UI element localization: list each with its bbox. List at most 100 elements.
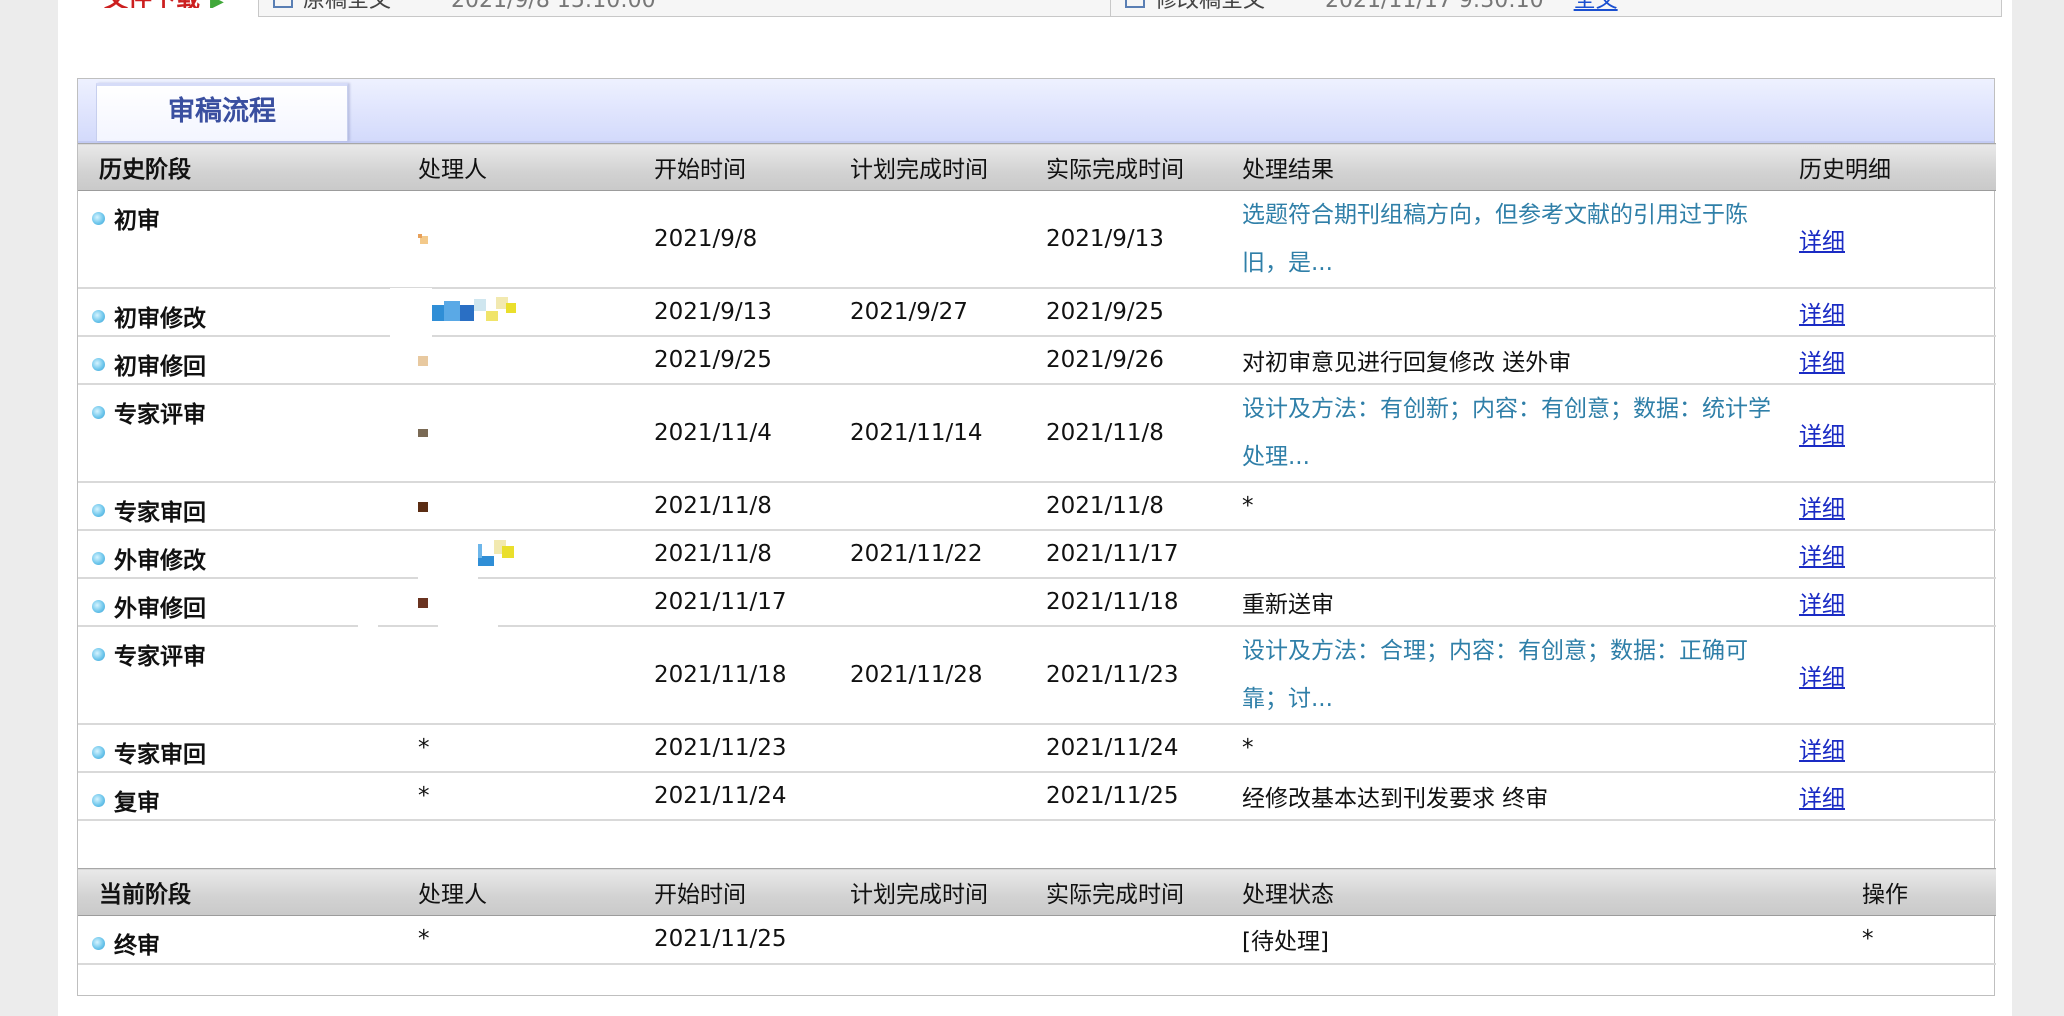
header-planned: 计划完成时间 — [850, 868, 1046, 916]
detail-link[interactable]: 详细 — [1799, 302, 1845, 328]
planned-cell — [850, 578, 1046, 627]
header-stage: 历史阶段 — [78, 143, 418, 191]
download-label: 文件下载▶ — [104, 0, 224, 8]
stage-cell: 初审修改 — [78, 288, 418, 337]
start-cell: 2021/9/13 — [654, 288, 850, 337]
revised-manuscript-date: 2021/11/17 9:30:10 — [1325, 0, 1544, 13]
planned-cell — [850, 190, 1046, 289]
detail-link[interactable]: 详细 — [1799, 496, 1845, 522]
original-manuscript-label[interactable]: 原稿全文 — [303, 0, 391, 13]
current-table: 当前阶段 处理人 开始时间 计划完成时间 实际完成时间 处理状态 操作 终审 *… — [78, 868, 1996, 995]
history-table: 历史阶段 处理人 开始时间 计划完成时间 实际完成时间 处理结果 历史明细 初审… — [78, 143, 1996, 849]
actual-cell: 2021/11/25 — [1046, 772, 1242, 821]
header-result: 处理结果 — [1242, 143, 1799, 191]
actual-cell: 2021/11/23 — [1046, 626, 1242, 725]
bullet-icon — [92, 552, 105, 565]
stage-cell: 复审 — [78, 772, 418, 821]
planned-cell: 2021/11/22 — [850, 530, 1046, 579]
header-planned: 计划完成时间 — [850, 143, 1046, 191]
detail-cell: 详细 — [1799, 482, 1996, 531]
detail-link[interactable]: 详细 — [1799, 738, 1845, 764]
planned-cell — [850, 724, 1046, 773]
tab-review-process[interactable]: 审稿流程 — [96, 83, 348, 141]
detail-cell: 详细 — [1799, 578, 1996, 627]
result-cell: 对初审意见进行回复修改 送外审 — [1242, 336, 1799, 385]
handler-cell: * — [418, 772, 654, 821]
bullet-icon — [92, 212, 105, 225]
header-status: 处理状态 — [1242, 868, 1862, 916]
detail-link[interactable]: 详细 — [1799, 592, 1845, 618]
header-actual: 实际完成时间 — [1046, 868, 1242, 916]
start-cell: 2021/9/8 — [654, 190, 850, 289]
result-cell: 经修改基本达到刊发要求 终审 — [1242, 772, 1799, 821]
bullet-icon — [92, 358, 105, 371]
redaction-mask — [438, 609, 498, 651]
stage-cell: 初审 — [78, 190, 418, 289]
detail-cell: 详细 — [1799, 626, 1996, 725]
start-cell: 2021/11/4 — [654, 384, 850, 483]
page: 文件下载▶ 原稿全文 2021/9/8 15:10:00 修改稿全文 2021/11… — [58, 0, 2012, 1016]
document-icon — [273, 0, 293, 8]
detail-cell: 详细 — [1799, 772, 1996, 821]
header-action: 操作 — [1862, 868, 1996, 916]
start-cell: 2021/11/8 — [654, 482, 850, 531]
detail-cell: 详细 — [1799, 530, 1996, 579]
result-cell: 设计及方法：合理；内容：有创意；数据：正确可靠；讨... — [1242, 626, 1799, 725]
redaction-mask — [368, 537, 398, 577]
stage-cell: 专家评审 — [78, 384, 418, 483]
bullet-icon — [92, 746, 105, 759]
handler-cell — [418, 288, 654, 337]
handler-cell — [418, 482, 654, 531]
detail-cell: 详细 — [1799, 384, 1996, 483]
detail-link[interactable]: 详细 — [1799, 229, 1845, 255]
spacer-row — [78, 820, 1996, 849]
header-current-stage: 当前阶段 — [78, 868, 418, 916]
redacted-handler — [418, 233, 430, 246]
start-cell: 2021/11/17 — [654, 578, 850, 627]
start-cell: 2021/11/25 — [654, 915, 850, 965]
table-row: 专家审回 2021/11/8 2021/11/8 * 详细 — [78, 482, 1996, 531]
revised-manuscript-label[interactable]: 修改稿全文 — [1155, 0, 1265, 13]
detail-cell: 详细 — [1799, 288, 1996, 337]
planned-cell — [850, 336, 1046, 385]
redaction-mask — [418, 537, 478, 579]
handler-cell — [418, 384, 654, 483]
action-cell: * — [1862, 915, 1996, 965]
redaction-mask — [358, 609, 378, 651]
tab-bar: 审稿流程 — [78, 79, 1994, 143]
detail-link[interactable]: 详细 — [1799, 423, 1845, 449]
redaction-mask — [390, 437, 452, 479]
planned-cell: 2021/11/14 — [850, 384, 1046, 483]
detail-link[interactable]: 详细 — [1799, 350, 1845, 376]
table-row: 复审 * 2021/11/24 2021/11/25 经修改基本达到刊发要求 终… — [78, 772, 1996, 821]
planned-cell — [850, 915, 1046, 965]
actual-cell: 2021/9/25 — [1046, 288, 1242, 337]
actual-cell: 2021/11/8 — [1046, 482, 1242, 531]
header-actual: 实际完成时间 — [1046, 143, 1242, 191]
actual-cell: 2021/11/8 — [1046, 384, 1242, 483]
stage-cell: 外审修改 — [78, 530, 418, 579]
bullet-icon — [92, 600, 105, 613]
bullet-icon — [92, 648, 105, 661]
table-row: 专家审回 * 2021/11/23 2021/11/24 * 详细 — [78, 724, 1996, 773]
actual-cell: 2021/9/13 — [1046, 190, 1242, 289]
handler-cell — [418, 190, 654, 289]
table-row: 初审 2021/9/8 2021/9/13 选题符合期刊组稿方向，但参考文献的引… — [78, 190, 1996, 289]
detail-link[interactable]: 详细 — [1799, 544, 1845, 570]
bullet-icon — [92, 310, 105, 323]
revised-fulltext-link[interactable]: 全文 — [1574, 0, 1618, 13]
current-header-row: 当前阶段 处理人 开始时间 计划完成时间 实际完成时间 处理状态 操作 — [78, 868, 1996, 916]
start-cell: 2021/9/25 — [654, 336, 850, 385]
bullet-icon — [92, 794, 105, 807]
result-cell: * — [1242, 724, 1799, 773]
detail-link[interactable]: 详细 — [1799, 665, 1845, 691]
start-cell: 2021/11/23 — [654, 724, 850, 773]
bullet-icon — [92, 504, 105, 517]
history-header-row: 历史阶段 处理人 开始时间 计划完成时间 实际完成时间 处理结果 历史明细 — [78, 143, 1996, 191]
actual-cell — [1046, 915, 1242, 965]
handler-cell: * — [418, 724, 654, 773]
result-cell: * — [1242, 482, 1799, 531]
start-cell: 2021/11/8 — [654, 530, 850, 579]
detail-link[interactable]: 详细 — [1799, 786, 1845, 812]
redaction-mask — [390, 288, 432, 356]
